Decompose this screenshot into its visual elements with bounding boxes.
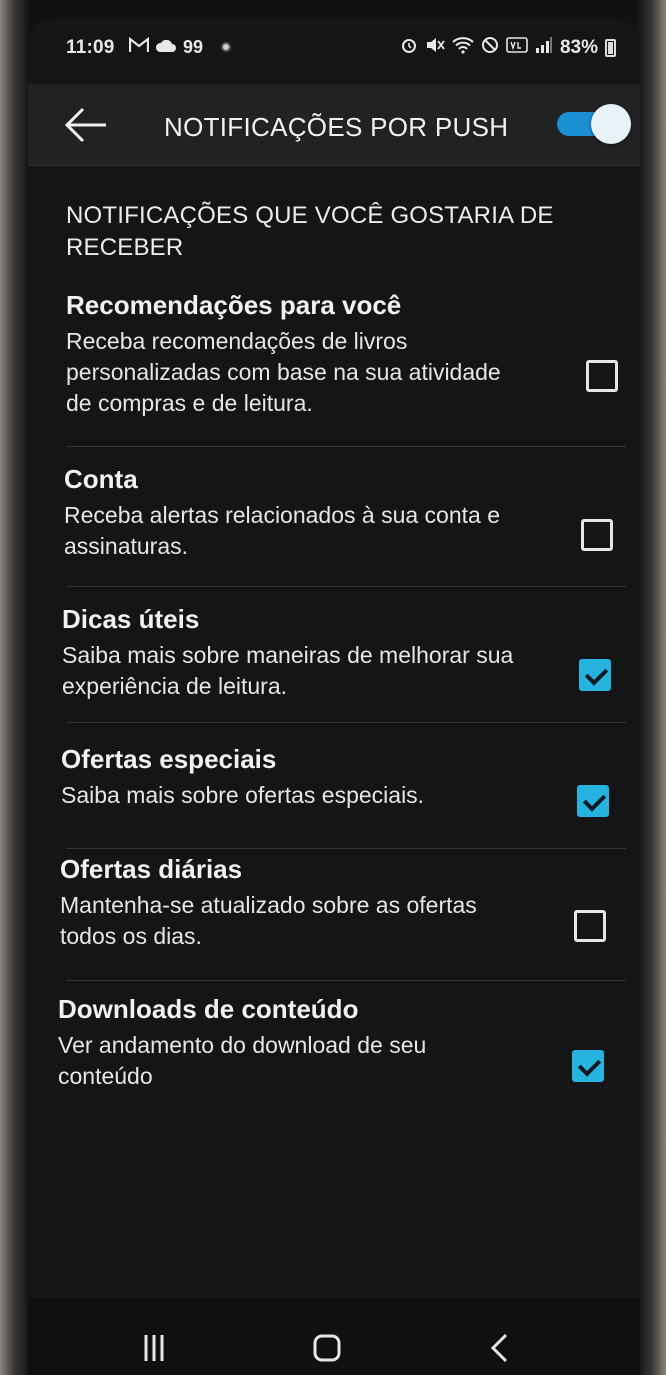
section-title: NOTIFICAÇÕES QUE VOCÊ GOSTARIA DE RECEBE…: [66, 202, 554, 261]
recents-icon: [144, 1335, 164, 1361]
camera-dot: [221, 42, 231, 52]
setting-account[interactable]: Conta Receba alertas relacionados à sua …: [64, 462, 624, 562]
back-nav-button[interactable]: [478, 1318, 522, 1375]
screen: 11:09 99 83% NOTIFICAÇÕES POR PUSH NOTIF…: [28, 18, 640, 1375]
home-button[interactable]: [305, 1318, 349, 1375]
dnd-icon: [481, 36, 499, 59]
checkbox-daily-offers[interactable]: [574, 910, 606, 942]
setting-daily-offers[interactable]: Ofertas diárias Mantenha-se atualizado s…: [60, 852, 620, 952]
setting-useful-tips[interactable]: Dicas úteis Saiba mais sobre maneiras de…: [62, 602, 622, 702]
setting-description: Receba alertas relacionados à sua conta …: [64, 502, 501, 559]
divider: [66, 446, 626, 447]
status-time: 11:09: [66, 37, 115, 58]
mute-icon: [425, 36, 445, 59]
back-button[interactable]: [58, 100, 114, 150]
setting-description: Receba recomendações de livros personali…: [66, 328, 501, 416]
battery-icon: [605, 38, 616, 57]
setting-title: Dicas úteis: [62, 604, 200, 634]
setting-description: Mantenha-se atualizado sobre as ofertas …: [60, 892, 477, 949]
checkbox-account[interactable]: [581, 519, 613, 551]
cloud-icon: [155, 36, 177, 58]
setting-title: Ofertas diárias: [60, 854, 243, 884]
chevron-left-icon: [490, 1333, 508, 1363]
wifi-icon: [452, 36, 474, 59]
setting-description: Saiba mais sobre maneiras de melhorar su…: [62, 642, 514, 699]
arrow-left-icon: [64, 107, 106, 143]
divider: [66, 980, 626, 981]
setting-title: Ofertas especiais: [61, 744, 277, 774]
setting-title: Downloads de conteúdo: [58, 994, 359, 1024]
setting-content-downloads[interactable]: Downloads de conteúdo Ver andamento do d…: [58, 992, 618, 1092]
push-notifications-toggle[interactable]: [553, 104, 631, 144]
setting-title: Conta: [64, 464, 138, 494]
volte-icon: [506, 36, 528, 59]
checkbox-content-downloads[interactable]: [572, 1050, 604, 1082]
status-right-icons: 83%: [400, 36, 616, 59]
checkbox-recommendations[interactable]: [586, 360, 618, 392]
home-icon: [313, 1334, 341, 1362]
divider: [66, 722, 626, 723]
battery-percent: 83%: [559, 36, 598, 58]
system-nav-bar: [28, 1298, 640, 1375]
alarm-icon: [400, 36, 418, 59]
toggle-thumb: [591, 104, 631, 144]
setting-description: Saiba mais sobre ofertas especiais.: [61, 782, 425, 808]
gmail-icon: [128, 36, 150, 58]
setting-title: Recomendações para você: [66, 290, 402, 320]
setting-recommendations[interactable]: Recomendações para você Receba recomenda…: [66, 288, 626, 419]
checkbox-useful-tips[interactable]: [579, 659, 611, 691]
setting-special-offers[interactable]: Ofertas especiais Saiba mais sobre ofert…: [61, 742, 621, 811]
page-title: NOTIFICAÇÕES POR PUSH: [164, 112, 509, 142]
divider: [66, 848, 626, 849]
signal-icon: [535, 36, 553, 59]
checkbox-special-offers[interactable]: [577, 785, 609, 817]
app-bar: NOTIFICAÇÕES POR PUSH: [28, 84, 640, 166]
divider: [66, 586, 626, 587]
setting-description: Ver andamento do download de seu conteúd…: [58, 1032, 427, 1089]
status-bar: 11:09 99 83%: [28, 18, 640, 80]
recents-button[interactable]: [132, 1318, 176, 1375]
status-left-icons: 99: [128, 36, 204, 58]
badge-99-icon: 99: [183, 37, 204, 57]
